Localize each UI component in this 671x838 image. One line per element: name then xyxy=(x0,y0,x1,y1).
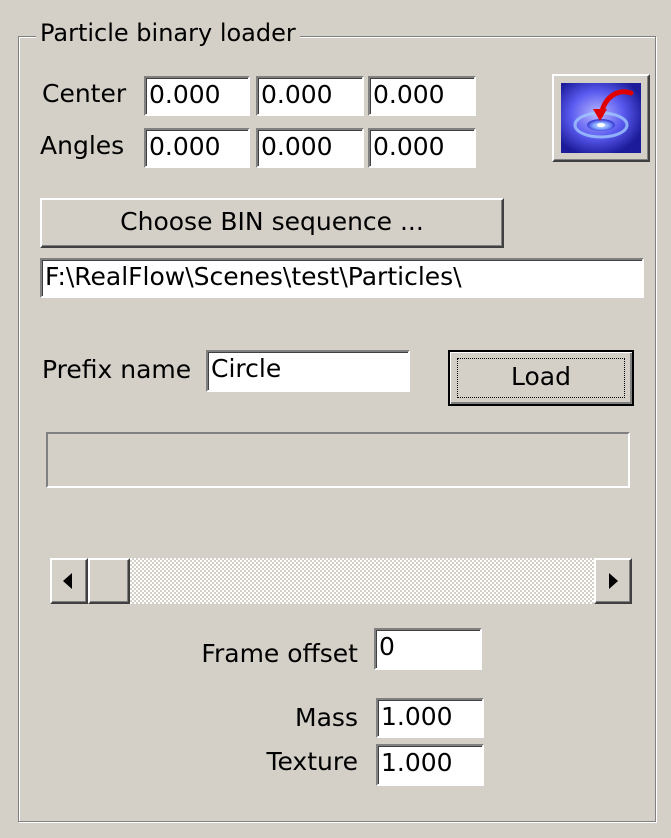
angles-label: Angles xyxy=(40,131,125,160)
angles-x-field[interactable]: 0.000 xyxy=(144,128,250,168)
mass-label: Mass xyxy=(295,703,358,732)
scroll-left-button[interactable] xyxy=(50,558,88,604)
scroll-thumb[interactable] xyxy=(88,558,130,604)
progress-bar xyxy=(46,432,630,488)
group-title: Particle binary loader xyxy=(36,18,300,48)
arrow-right-icon xyxy=(609,573,618,589)
mass-field[interactable]: 1.000 xyxy=(376,698,484,738)
prefix-name-field[interactable]: Circle xyxy=(206,350,410,392)
choose-bin-sequence-button[interactable]: Choose BIN sequence ... xyxy=(40,198,504,248)
reset-transform-button[interactable] xyxy=(552,74,650,162)
focus-rect xyxy=(457,358,625,398)
center-label: Center xyxy=(42,79,127,108)
scroll-right-button[interactable] xyxy=(594,558,632,604)
angles-z-field[interactable]: 0.000 xyxy=(368,128,476,168)
center-z-field[interactable]: 0.000 xyxy=(368,76,476,116)
angles-y-field[interactable]: 0.000 xyxy=(256,128,364,168)
texture-label: Texture xyxy=(266,747,358,776)
center-y-field[interactable]: 0.000 xyxy=(256,76,364,116)
frame-offset-label: Frame offset xyxy=(201,639,358,668)
load-button[interactable]: Load xyxy=(448,350,634,406)
prefix-label: Prefix name xyxy=(42,355,192,384)
arrow-left-icon xyxy=(63,573,72,589)
reset-icon xyxy=(561,83,641,153)
texture-field[interactable]: 1.000 xyxy=(376,744,484,786)
path-field[interactable]: F:\RealFlow\Scenes\test\Particles\ xyxy=(40,258,644,298)
center-x-field[interactable]: 0.000 xyxy=(144,76,250,116)
particle-loader-panel: Particle binary loader Center 0.000 0.00… xyxy=(0,0,671,838)
frame-offset-field[interactable]: 0 xyxy=(374,628,482,670)
frame-scrollbar[interactable] xyxy=(50,558,632,604)
